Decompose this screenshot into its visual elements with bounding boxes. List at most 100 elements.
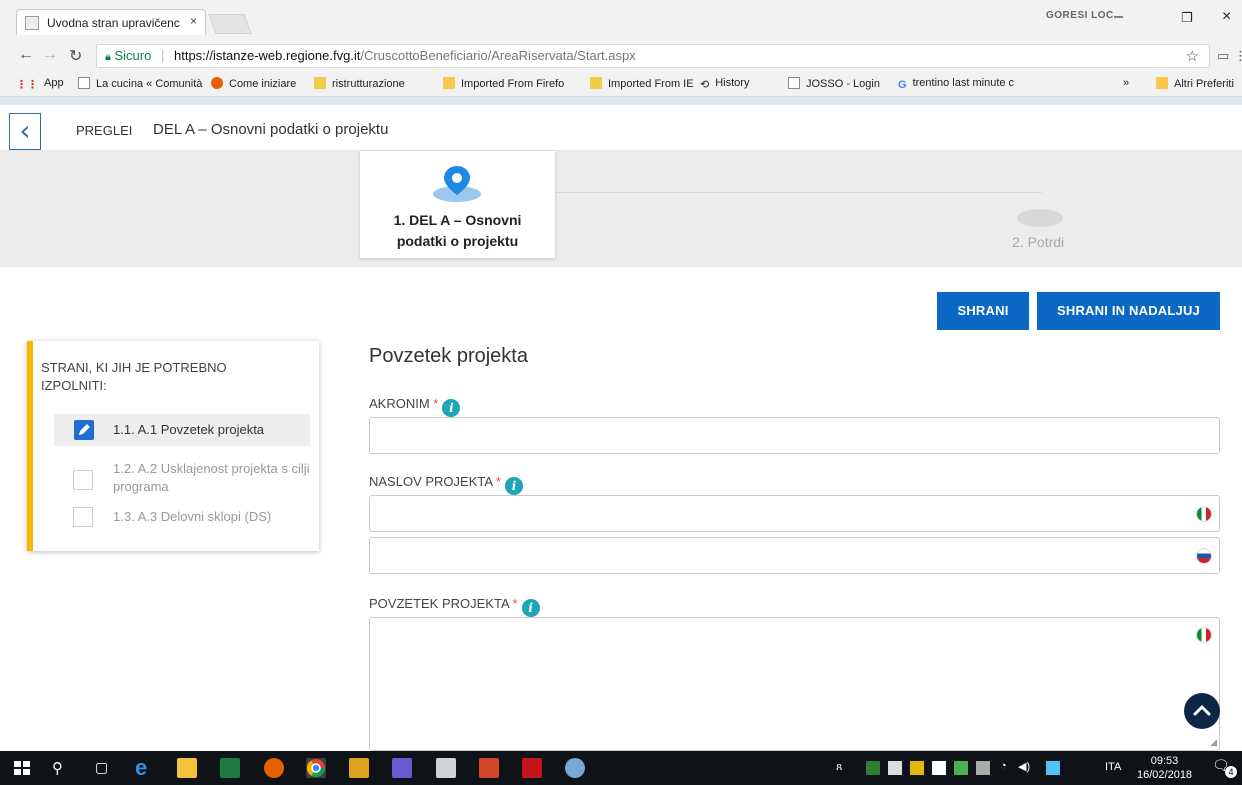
chevron-up-icon — [1193, 705, 1211, 716]
chrome-taskbar-icon[interactable] — [306, 758, 326, 778]
tray-flag-icon[interactable] — [1046, 761, 1060, 775]
step-1-label: 1. DEL A – Osnovni podatki o projektu — [393, 212, 522, 249]
panel-item-label: 1.2. A.2 Usklajenost projekta s cilji pr… — [113, 461, 310, 494]
address-separator: | — [160, 48, 165, 63]
new-tab-button[interactable] — [208, 14, 252, 34]
naslov-projekta-label: NASLOV PROJEKTA * i — [369, 474, 523, 495]
folder-icon — [1156, 77, 1168, 89]
paint-icon[interactable] — [565, 758, 585, 778]
step-1[interactable]: 1. DEL A – Osnovni podatki o projektu — [360, 151, 555, 258]
step-2-indicator[interactable] — [1017, 209, 1063, 227]
apps-icon: ⋮⋮ — [16, 79, 38, 91]
bookmarks-overflow[interactable]: » — [1123, 77, 1129, 89]
breadcrumb-root[interactable]: PREGLEI — [76, 123, 132, 138]
bookmark-imported-firefox[interactable]: Imported From Firefo — [443, 77, 564, 90]
google-icon: G — [898, 79, 907, 91]
wizard-stepper: 1. DEL A – Osnovni podatki o projektu 2.… — [0, 151, 1242, 267]
reload-icon[interactable]: ↻ — [69, 46, 82, 66]
clock[interactable]: 09:53 16/02/2018 — [1137, 754, 1192, 782]
winrar-icon[interactable] — [392, 758, 412, 778]
bookmark-trentino[interactable]: Gtrentino last minute c — [898, 77, 1014, 91]
bookmark-star-icon[interactable]: ☆ — [1186, 47, 1199, 65]
battery-icon[interactable] — [976, 761, 990, 775]
tray-app-icon[interactable] — [866, 761, 880, 775]
panel-item-usklajenost[interactable]: 1.2. A.2 Usklajenost projekta s cilji pr… — [54, 458, 310, 498]
powerpoint-icon[interactable] — [479, 758, 499, 778]
tray-cloud-icon[interactable] — [932, 761, 946, 775]
panel-item-label: 1.3. A.3 Delovni sklopi (DS) — [113, 509, 272, 524]
windows-start-icon[interactable] — [12, 758, 32, 778]
back-button[interactable]: ‹ — [9, 113, 41, 150]
scroll-to-top-button[interactable] — [1184, 693, 1220, 729]
resize-handle-icon[interactable]: ◢ — [1210, 737, 1217, 748]
bookmark-imported-ie[interactable]: Imported From IE — [590, 77, 694, 90]
top-stripe — [0, 97, 1242, 105]
naslov-projekta-it-input[interactable] — [369, 495, 1220, 532]
edge-icon[interactable]: e — [135, 755, 147, 781]
lock-icon: 🔒︎ — [105, 51, 111, 63]
firefox-taskbar-icon[interactable] — [264, 758, 284, 778]
bookmark-ristrutturazione[interactable]: ristrutturazione — [314, 77, 405, 90]
chevron-left-icon: ‹ — [19, 114, 31, 147]
url-path: /CruscottoBeneficiario/AreaRiservata/Sta… — [360, 48, 636, 63]
info-icon[interactable]: i — [442, 399, 461, 417]
forward-arrow-icon[interactable]: → — [42, 46, 58, 64]
edit-icon — [74, 420, 94, 440]
bookmark-apps[interactable]: ⋮⋮ App — [16, 77, 64, 91]
save-button[interactable]: SHRANI — [937, 292, 1029, 330]
bookmark-history[interactable]: ⟲ History — [700, 77, 749, 91]
bookmark-altri-preferiti[interactable]: Altri Preferiti — [1156, 77, 1234, 90]
archive-icon[interactable] — [349, 758, 369, 778]
italian-flag-icon — [1196, 627, 1212, 643]
page-favicon-icon — [25, 16, 39, 30]
akronim-label: AKRONIM * i — [369, 396, 461, 417]
folder-icon — [590, 77, 602, 89]
tray-network-icon[interactable] — [954, 761, 968, 775]
tray-clipboard-icon[interactable] — [888, 761, 902, 775]
info-icon[interactable]: i — [521, 599, 540, 617]
address-bar[interactable]: 🔒︎ Sicuro | https://istanze-web.regione.… — [96, 44, 1210, 68]
breadcrumb-current: DEL A – Osnovni podatki o projektu — [153, 121, 389, 138]
step-2-label[interactable]: 2. Potrdi — [1012, 234, 1064, 250]
tab-close-icon[interactable]: × — [190, 14, 197, 28]
save-and-continue-button[interactable]: SHRANI IN NADALJUJ — [1037, 292, 1220, 330]
akronim-input[interactable] — [369, 417, 1220, 454]
bookmark-josso-login[interactable]: JOSSO - Login — [788, 77, 880, 90]
cast-icon[interactable]: ▭ — [1217, 48, 1229, 64]
back-arrow-icon[interactable]: ← — [18, 46, 34, 64]
info-icon[interactable]: i — [504, 477, 523, 495]
slovenian-flag-icon — [1196, 548, 1212, 564]
wifi-icon[interactable]: ◔ — [1000, 760, 1007, 772]
minimize-icon[interactable]: – — [1114, 8, 1123, 26]
bookmark-come-iniziare[interactable]: Come iniziare — [211, 77, 296, 90]
restore-icon[interactable]: ❐ — [1181, 10, 1193, 26]
acrobat-icon[interactable] — [522, 758, 542, 778]
people-icon[interactable]: ጸ — [836, 761, 842, 774]
input-language[interactable]: ITA — [1105, 761, 1121, 773]
file-explorer-icon[interactable] — [177, 758, 197, 778]
naslov-projekta-si-input[interactable] — [369, 537, 1220, 574]
windows-taskbar: ⚲ ▢ e ጸ ◔ ◀) ITA 09:53 16/02/2018 🗨︎ 4 — [0, 751, 1242, 785]
profile-name[interactable]: GORESI LOC — [1046, 10, 1114, 21]
bookmark-la-cucina[interactable]: La cucina « Comunità — [78, 77, 202, 90]
panel-item-delovni-sklopi[interactable]: 1.3. A.3 Delovni sklopi (DS) — [54, 507, 310, 529]
pages-to-complete-panel: STRANI, KI JIH JE POTREBNO IZPOLNITI: 1.… — [27, 341, 319, 551]
browser-titlebar: Uvodna stran upravičenc × GORESI LOC – ❐… — [0, 0, 1242, 40]
menu-icon[interactable]: ⋮ — [1234, 48, 1242, 64]
history-icon: ⟲ — [700, 79, 710, 91]
mail-icon[interactable] — [436, 758, 456, 778]
close-window-icon[interactable]: × — [1222, 8, 1231, 26]
breadcrumb: ‹ PREGLEI DEL A – Osnovni podatki o proj… — [0, 105, 1242, 151]
task-view-icon[interactable]: ▢ — [95, 759, 108, 776]
italian-flag-icon — [1196, 506, 1212, 522]
location-pin-icon — [433, 166, 481, 202]
povzetek-projekta-textarea[interactable]: ◢ — [369, 617, 1220, 751]
excel-icon[interactable] — [220, 758, 240, 778]
povzetek-projekta-label: POVZETEK PROJEKTA * i — [369, 596, 540, 617]
secure-label: Sicuro — [114, 48, 152, 63]
search-icon[interactable]: ⚲ — [52, 759, 63, 777]
tray-shield-icon[interactable] — [910, 761, 924, 775]
volume-icon[interactable]: ◀) — [1018, 760, 1030, 773]
panel-item-povzetek[interactable]: 1.1. A.1 Povzetek projekta — [54, 414, 310, 446]
browser-tab[interactable]: Uvodna stran upravičenc × — [16, 9, 206, 35]
